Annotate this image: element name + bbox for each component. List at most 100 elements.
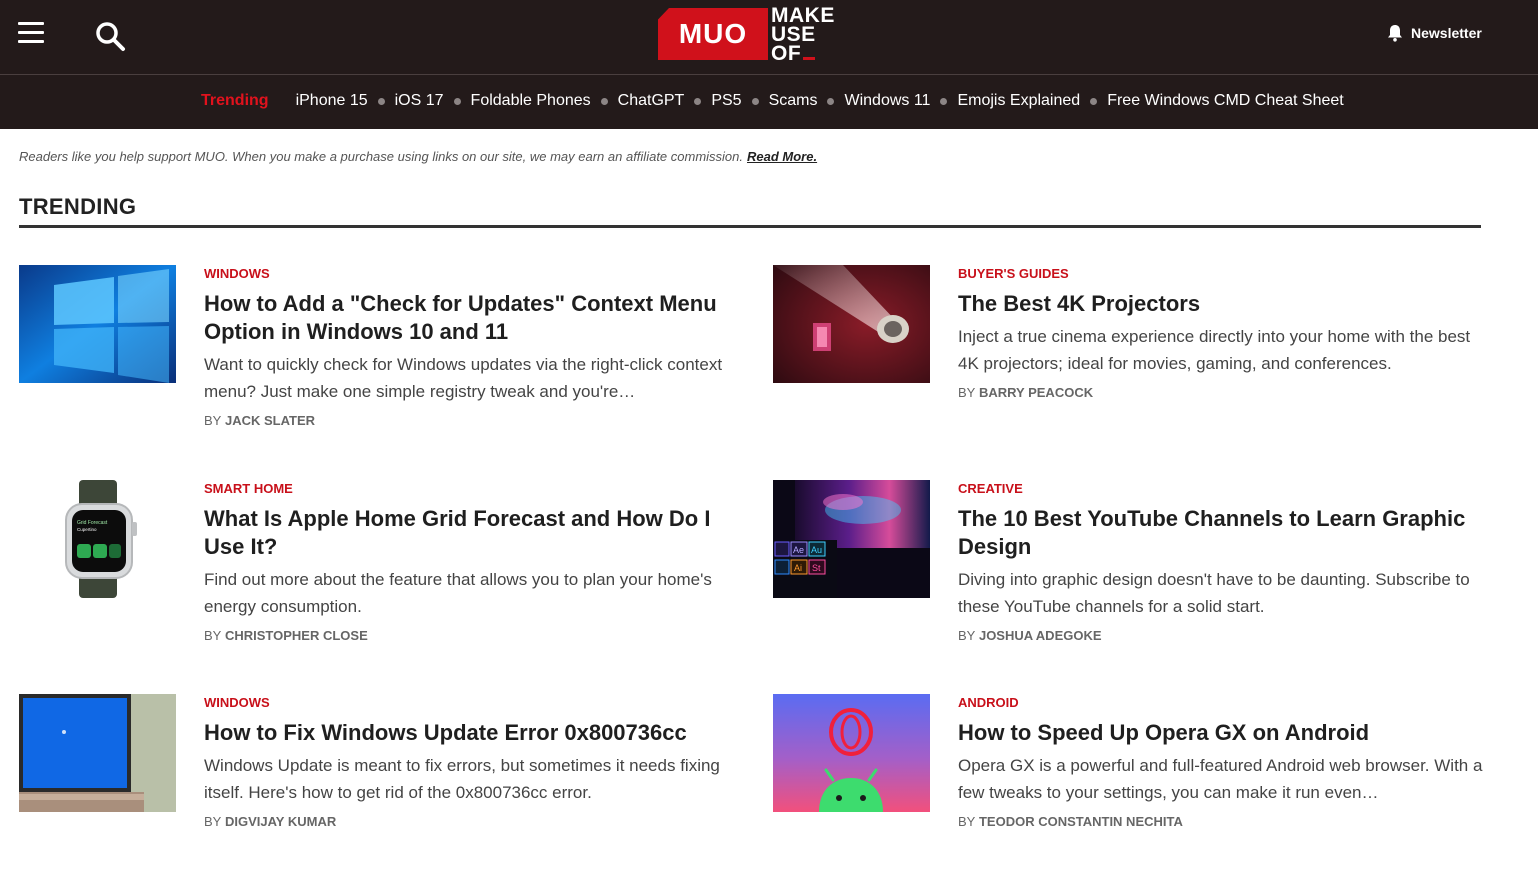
logo-wordmark: MAKE USE OF: [771, 5, 835, 65]
article-thumbnail-graphic-design[interactable]: Ae Au Ai St: [773, 480, 930, 598]
article-body: BUYER'S GUIDES The Best 4K Projectors In…: [958, 265, 1488, 400]
byline-prefix: BY: [958, 814, 976, 829]
trending-link-cmd-cheat-sheet[interactable]: Free Windows CMD Cheat Sheet: [1107, 92, 1344, 110]
article-card[interactable]: Ae Au Ai St CREATIVE The 10 Best YouTube…: [773, 480, 1483, 660]
byline-prefix: BY: [204, 413, 222, 428]
bell-icon: [1388, 25, 1402, 42]
trending-link-windows-11[interactable]: Windows 11: [844, 92, 930, 110]
article-author[interactable]: DIGVIJAY KUMAR: [225, 814, 336, 829]
article-excerpt: Diving into graphic design doesn't have …: [958, 570, 1470, 616]
byline-prefix: BY: [958, 628, 976, 643]
projector-image: [773, 265, 930, 383]
read-more-link[interactable]: Read More.: [747, 149, 817, 164]
article-card[interactable]: WINDOWS How to Add a "Check for Updates"…: [19, 265, 729, 445]
article-byline: BY BARRY PEACOCK: [958, 385, 1488, 400]
trending-links: Trending iPhone 15 iOS 17 Foldable Phone…: [201, 92, 1344, 110]
article-byline: BY JACK SLATER: [204, 413, 734, 428]
article-thumbnail-windows-laptop[interactable]: [19, 694, 176, 812]
hamburger-menu-icon[interactable]: [18, 22, 44, 46]
separator-dot: [453, 97, 461, 105]
article-excerpt: Opera GX is a powerful and full-featured…: [958, 756, 1483, 802]
site-header: MUO MAKE USE OF Newsletter: [0, 0, 1538, 75]
trending-link-scams[interactable]: Scams: [769, 92, 818, 110]
watch-screen-title: Grid Forecast: [77, 520, 108, 526]
logo-badge: MUO: [658, 8, 768, 60]
separator-dot: [694, 97, 702, 105]
affiliate-disclaimer: Readers like you help support MUO. When …: [19, 149, 817, 164]
newsletter-label: Newsletter: [1411, 25, 1482, 41]
app-tile-ai: Ai: [794, 563, 802, 573]
section-divider: [19, 225, 1481, 228]
disclaimer-text: Readers like you help support MUO. When …: [19, 149, 744, 164]
article-title[interactable]: How to Add a "Check for Updates" Context…: [204, 290, 734, 346]
separator-dot: [751, 97, 759, 105]
windows-wallpaper-image: [19, 265, 176, 383]
article-excerpt: Windows Update is meant to fix errors, b…: [204, 756, 720, 802]
search-icon[interactable]: [94, 20, 126, 52]
article-thumbnail-apple-watch[interactable]: Grid Forecast Cupertino: [19, 480, 176, 598]
byline-prefix: BY: [958, 385, 976, 400]
trending-label: Trending: [201, 92, 269, 109]
article-title[interactable]: What Is Apple Home Grid Forecast and How…: [204, 505, 734, 561]
article-excerpt: Find out more about the feature that all…: [204, 570, 712, 616]
article-card[interactable]: WINDOWS How to Fix Windows Update Error …: [19, 694, 729, 874]
separator-dot: [940, 97, 948, 105]
trending-link-iphone-15[interactable]: iPhone 15: [296, 92, 368, 110]
trending-link-ios-17[interactable]: iOS 17: [395, 92, 444, 110]
article-author[interactable]: TEODOR CONSTANTIN NECHITA: [979, 814, 1183, 829]
apple-watch-image: Grid Forecast Cupertino: [19, 480, 176, 598]
separator-dot: [600, 97, 608, 105]
app-tile-ae: Ae: [793, 545, 804, 555]
article-category[interactable]: SMART HOME: [204, 481, 734, 497]
article-card[interactable]: ANDROID How to Speed Up Opera GX on Andr…: [773, 694, 1483, 874]
article-body: ANDROID How to Speed Up Opera GX on Andr…: [958, 694, 1488, 829]
app-tile-st: St: [812, 563, 821, 573]
article-thumbnail-windows-logo[interactable]: [19, 265, 176, 383]
site-logo[interactable]: MUO MAKE USE OF: [658, 5, 848, 65]
windows-update-laptop-image: [19, 694, 176, 812]
app-tile-au: Au: [811, 545, 822, 555]
article-card[interactable]: BUYER'S GUIDES The Best 4K Projectors In…: [773, 265, 1483, 445]
trending-link-ps5[interactable]: PS5: [711, 92, 741, 110]
article-category[interactable]: CREATIVE: [958, 481, 1488, 497]
newsletter-button[interactable]: Newsletter: [1387, 24, 1482, 42]
article-author[interactable]: JACK SLATER: [225, 413, 315, 428]
separator-dot: [377, 97, 385, 105]
trending-link-chatgpt[interactable]: ChatGPT: [618, 92, 685, 110]
trending-link-emojis-explained[interactable]: Emojis Explained: [957, 92, 1080, 110]
article-card[interactable]: Grid Forecast Cupertino SMART HOME What …: [19, 480, 729, 660]
byline-prefix: BY: [204, 628, 222, 643]
graphic-design-image: Ae Au Ai St: [773, 480, 930, 598]
article-author[interactable]: JOSHUA ADEGOKE: [979, 628, 1102, 643]
article-category[interactable]: ANDROID: [958, 695, 1488, 711]
logo-word-of: OF: [771, 42, 802, 65]
article-excerpt: Inject a true cinema experience directly…: [958, 327, 1471, 373]
trending-link-foldable-phones[interactable]: Foldable Phones: [471, 92, 591, 110]
article-title[interactable]: How to Speed Up Opera GX on Android: [958, 719, 1488, 747]
article-category[interactable]: WINDOWS: [204, 695, 734, 711]
article-thumbnail-opera-android[interactable]: [773, 694, 930, 812]
article-byline: BY JOSHUA ADEGOKE: [958, 628, 1488, 643]
article-body: SMART HOME What Is Apple Home Grid Forec…: [204, 480, 734, 643]
article-body: WINDOWS How to Fix Windows Update Error …: [204, 694, 734, 829]
article-byline: BY CHRISTOPHER CLOSE: [204, 628, 734, 643]
trending-nav: Trending iPhone 15 iOS 17 Foldable Phone…: [0, 75, 1538, 129]
opera-gx-android-image: [773, 694, 930, 812]
article-title[interactable]: How to Fix Windows Update Error 0x800736…: [204, 719, 734, 747]
article-excerpt: Want to quickly check for Windows update…: [204, 355, 723, 401]
article-author[interactable]: CHRISTOPHER CLOSE: [225, 628, 368, 643]
article-category[interactable]: WINDOWS: [204, 266, 734, 282]
logo-underscore: [803, 57, 816, 60]
article-byline: BY DIGVIJAY KUMAR: [204, 814, 734, 829]
article-body: CREATIVE The 10 Best YouTube Channels to…: [958, 480, 1488, 643]
article-thumbnail-projector[interactable]: [773, 265, 930, 383]
article-body: WINDOWS How to Add a "Check for Updates"…: [204, 265, 734, 428]
article-title[interactable]: The Best 4K Projectors: [958, 290, 1488, 318]
article-title[interactable]: The 10 Best YouTube Channels to Learn Gr…: [958, 505, 1488, 561]
watch-screen-location: Cupertino: [77, 527, 97, 532]
article-byline: BY TEODOR CONSTANTIN NECHITA: [958, 814, 1488, 829]
logo-word-of-row: OF: [771, 42, 835, 65]
article-author[interactable]: BARRY PEACOCK: [979, 385, 1093, 400]
byline-prefix: BY: [204, 814, 222, 829]
article-category[interactable]: BUYER'S GUIDES: [958, 266, 1488, 282]
